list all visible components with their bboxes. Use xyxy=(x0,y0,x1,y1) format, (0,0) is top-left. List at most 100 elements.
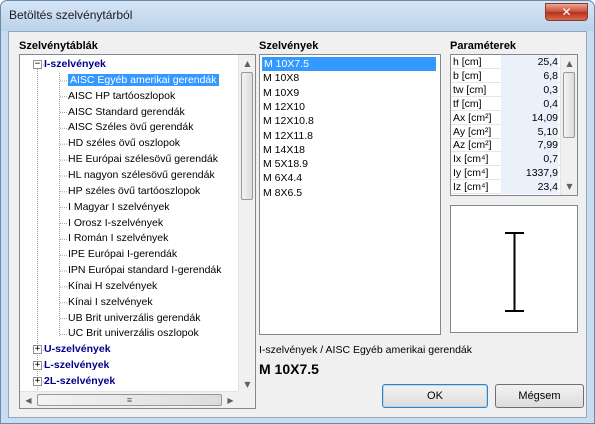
tree-item-label: Kínai I szelvények xyxy=(68,295,153,308)
param-value: 14,09 xyxy=(501,110,558,125)
tree-hscroll-thumb[interactable]: ≡ xyxy=(37,394,222,406)
param-value: 1337,9 xyxy=(501,166,558,181)
tree-vertical-scrollbar[interactable]: ▲ ▼ xyxy=(238,55,255,393)
param-value: 0,3 xyxy=(501,82,558,97)
sections-list[interactable]: M 10X7.5 M 10X8 M 10X9 M 12X10 M 12X10.8 M 12… xyxy=(259,54,441,335)
scroll-up-icon[interactable]: ▲ xyxy=(561,55,577,72)
tree-item[interactable]: IPE Európai I-gerendák xyxy=(68,247,177,262)
dialog-window: Betöltés szelvénytárból ✕ Szelvénytáblák… xyxy=(0,0,595,424)
grip-icon: ≡ xyxy=(126,395,133,405)
tree-item-label: I Magyar I szelvények xyxy=(68,200,170,213)
param-row: tw [cm] 0,3 xyxy=(451,82,561,97)
tree-item-label: AISC Egyéb amerikai gerendák xyxy=(68,73,219,86)
tree-group-2[interactable]: L-szelvények xyxy=(44,358,109,373)
tree-item-label: I Orosz I-szelvények xyxy=(68,216,164,229)
tree-item[interactable]: UB Brit univerzális gerendák xyxy=(68,311,200,326)
tree-item[interactable]: AISC Standard gerendák xyxy=(68,105,185,120)
i-beam-shape-icon xyxy=(505,232,524,312)
section-list-item[interactable]: M 12X10 xyxy=(263,100,305,114)
param-value: 23,4 xyxy=(501,180,558,195)
tree-group-3[interactable]: 2L-szelvények xyxy=(44,374,115,389)
param-row: Ay [cm²] 5,10 xyxy=(451,124,561,139)
tree-item-label: AISC Széles övű gerendák xyxy=(68,121,194,134)
tree-item-label: HE Európai szélesövű gerendák xyxy=(68,153,219,166)
scroll-left-icon[interactable]: ◀ xyxy=(20,392,37,409)
tree-item[interactable]: AISC Széles övű gerendák xyxy=(68,120,194,135)
scroll-down-icon[interactable]: ▼ xyxy=(561,178,577,195)
tree-item[interactable]: HL nagyon szélesövű gerendák xyxy=(68,168,215,183)
param-value: 0,4 xyxy=(501,96,558,111)
tree-group-label: 2L-szelvények xyxy=(44,375,116,387)
param-value: 6,8 xyxy=(501,68,558,83)
tree-item[interactable]: AISC Egyéb amerikai gerendák xyxy=(68,73,219,88)
param-value: 5,10 xyxy=(501,124,558,139)
dialog-body: Szelvénytáblák Szelvények Paraméterek I-… xyxy=(8,31,587,418)
section-list-item[interactable]: M 10X9 xyxy=(263,86,299,100)
param-row: Ix [cm⁴] 0,7 xyxy=(451,152,561,167)
tree-item-label: I Román I szelvények xyxy=(68,232,169,245)
param-name: Iz [cm⁴] xyxy=(453,181,489,194)
tree-horizontal-scrollbar[interactable]: ◀ ≡ ▶ xyxy=(20,391,239,408)
title-bar[interactable]: Betöltés szelvénytárból ✕ xyxy=(1,1,594,31)
expand-icon[interactable]: + xyxy=(33,377,42,386)
section-list-item[interactable]: M 8X6.5 xyxy=(263,186,302,200)
cancel-button[interactable]: Mégsem xyxy=(495,384,584,408)
tree-item[interactable]: HE Európai szélesövű gerendák xyxy=(68,152,218,167)
section-list-item[interactable]: M 12X10.8 xyxy=(263,114,314,128)
scroll-right-icon[interactable]: ▶ xyxy=(222,392,239,409)
ok-button[interactable]: OK xyxy=(382,384,488,408)
expand-icon[interactable]: + xyxy=(33,345,42,355)
tree-group-0[interactable]: I-szelvények xyxy=(44,57,106,72)
selected-section-name: M 10X7.5 xyxy=(259,361,319,377)
tree-item-label: UC Brit univerzális oszlopok xyxy=(68,327,199,340)
tree-item[interactable]: HP széles övű tartóoszlopok xyxy=(68,184,200,199)
section-tables-tree[interactable]: I-szelvények − AISC Egyéb amerikai gerendá… xyxy=(19,54,256,409)
tree-item[interactable]: AISC HP tartóoszlopok xyxy=(68,89,175,104)
param-name: tf [cm] xyxy=(453,97,482,110)
tree-item[interactable]: I Magyar I szelvények xyxy=(68,200,170,215)
tree-item-label: HL nagyon szélesövű gerendák xyxy=(68,168,215,181)
param-row: tf [cm] 0,4 xyxy=(451,96,561,111)
param-value: 25,4 xyxy=(501,55,558,69)
param-name: Ay [cm²] xyxy=(453,125,492,138)
params-vertical-scrollbar[interactable]: ▲ ▼ xyxy=(560,55,577,195)
param-name: Ax [cm²] xyxy=(453,111,492,124)
tree-item[interactable]: UC Brit univerzális oszlopok xyxy=(68,326,199,341)
expand-icon[interactable]: + xyxy=(33,361,42,371)
section-list-item[interactable]: M 12X11.8 xyxy=(263,129,313,143)
param-name: Ix [cm⁴] xyxy=(453,153,489,166)
scroll-corner xyxy=(238,391,255,408)
tree-item[interactable]: Kínai H szelvények xyxy=(68,279,157,294)
section-list-item[interactable]: M 10X8 xyxy=(263,71,299,85)
tree-vscroll-thumb[interactable] xyxy=(241,72,253,200)
selected-path: I-szelvények / AISC Egyéb amerikai geren… xyxy=(259,344,473,356)
tree-group-label: I-szelvények xyxy=(44,58,106,70)
parameters-grid: h [cm] 25,4 b [cm] 6,8 tw [cm] 0,3 tf [cm] 0,4 A… xyxy=(450,54,578,196)
param-name: Az [cm²] xyxy=(453,139,492,152)
section-list-item[interactable]: M 10X7.5 xyxy=(262,57,436,71)
section-list-item[interactable]: M 6X4.4 xyxy=(263,171,302,185)
close-button[interactable]: ✕ xyxy=(545,3,588,21)
tree-item[interactable]: I Orosz I-szelvények xyxy=(68,216,163,231)
tree-item[interactable]: HD széles övű oszlopok xyxy=(68,136,180,151)
collapse-icon[interactable]: − xyxy=(33,60,42,69)
tree-item[interactable]: Kínai I szelvények xyxy=(68,295,153,310)
tree-item[interactable]: IPN Európai standard I-gerendák xyxy=(68,263,222,278)
tree-group-label: U-szelvények xyxy=(44,343,111,356)
param-value: 0,7 xyxy=(501,152,558,167)
scroll-up-icon[interactable]: ▲ xyxy=(239,55,256,72)
tree-item-label: AISC HP tartóoszlopok xyxy=(68,89,176,102)
params-vscroll-thumb[interactable] xyxy=(563,72,575,138)
tree-group-label: L-szelvények xyxy=(44,359,110,372)
tables-label: Szelvénytáblák xyxy=(19,40,98,52)
section-list-item[interactable]: M 14X18 xyxy=(263,143,305,157)
param-row: Ax [cm²] 14,09 xyxy=(451,110,561,125)
close-icon: ✕ xyxy=(561,5,572,19)
tree-group-1[interactable]: U-szelvények xyxy=(44,342,111,357)
param-name: h [cm] xyxy=(453,56,482,68)
tree-item-label: Kínai H szelvények xyxy=(68,279,158,292)
tree-item-label: HP széles övű tartóoszlopok xyxy=(68,184,201,197)
section-list-item[interactable]: M 5X18.9 xyxy=(263,157,308,171)
tree-item[interactable]: I Román I szelvények xyxy=(68,231,168,246)
tree-item-label: IPE Európai I-gerendák xyxy=(68,248,178,261)
